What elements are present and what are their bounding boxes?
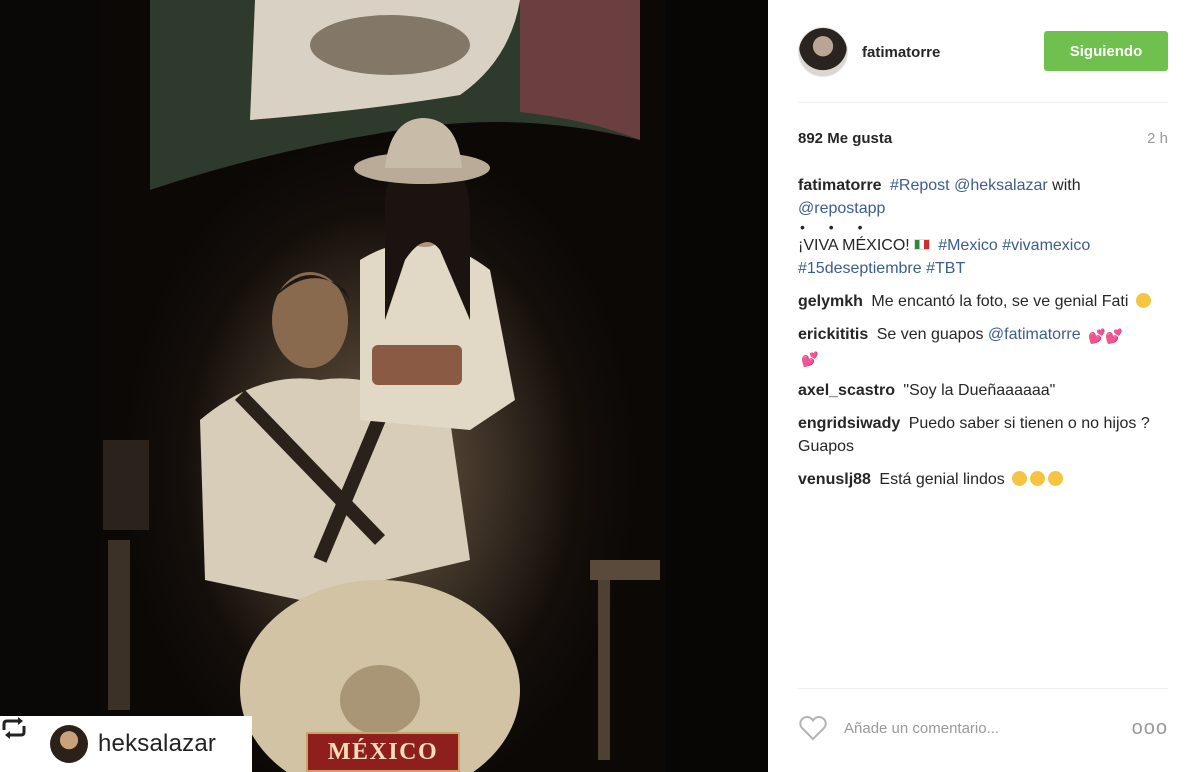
smile-emoji-icon <box>1135 293 1151 308</box>
caption-with: with <box>1052 177 1081 194</box>
caption-viva: ¡VIVA MÉXICO! <box>798 237 910 254</box>
author-avatar[interactable] <box>798 27 848 77</box>
post-time[interactable]: 2 h <box>1147 130 1168 147</box>
comment-user[interactable]: gelymkh <box>798 293 863 310</box>
add-comment-row: ooo <box>798 708 1168 748</box>
list-item: erickititis Se ven guapos @fatimatorre 💕… <box>798 323 1168 369</box>
comment-user[interactable]: erickititis <box>798 326 868 343</box>
author-username[interactable]: fatimatorre <box>862 44 940 61</box>
following-button[interactable]: Siguiendo <box>1044 31 1168 71</box>
hashtag-repost[interactable]: #Repost <box>890 177 950 194</box>
hashtag-tbt[interactable]: #TBT <box>926 260 965 277</box>
repost-username: heksalazar <box>98 730 217 757</box>
comment-user[interactable]: venuslj88 <box>798 471 871 488</box>
repost-arrows-icon <box>2 717 42 760</box>
caption: fatimatorre #Repost @heksalazar with @re… <box>798 174 1168 280</box>
heart-emoji-icon: 💕 <box>801 351 819 367</box>
list-item: venuslj88 Está genial lindos <box>798 468 1168 491</box>
caption-dots: • • • <box>800 219 873 235</box>
hashtag-vivamexico[interactable]: #vivamexico <box>1002 237 1090 254</box>
mention-repostapp[interactable]: @repostapp <box>798 200 885 217</box>
heart-outline-icon[interactable] <box>798 713 828 743</box>
photo-scene <box>0 0 768 772</box>
footer-divider <box>798 688 1168 689</box>
comment-text: Se ven guapos <box>876 326 984 343</box>
comment-text: Me encantó la foto, se ve genial Fati <box>871 293 1129 310</box>
repost-avatar <box>50 725 88 763</box>
post-header: fatimatorre Siguiendo <box>798 22 1168 82</box>
list-item: axel_scastro "Soy la Dueñaaaaaa" <box>798 379 1168 402</box>
smile-emoji-icon <box>1012 471 1028 486</box>
caption-user[interactable]: fatimatorre <box>798 177 882 194</box>
heart-emoji-icon: 💕 <box>1088 328 1106 344</box>
comment-text: Está genial lindos <box>879 471 1005 488</box>
smile-emoji-icon <box>1030 471 1046 486</box>
comment-user[interactable]: axel_scastro <box>798 382 895 399</box>
comment-text: "Soy la Dueñaaaaaa" <box>903 382 1056 399</box>
hashtag-mexico[interactable]: #Mexico <box>938 237 998 254</box>
mexico-flag-icon <box>913 239 930 250</box>
likes-row: 892 Me gusta 2 h <box>798 126 1168 150</box>
post-photo[interactable]: heksalazar MÉXICO <box>0 0 768 772</box>
comments-list: fatimatorre #Repost @heksalazar with @re… <box>798 174 1168 501</box>
comment-user[interactable]: engridsiwady <box>798 415 900 432</box>
repost-badge[interactable]: heksalazar <box>0 716 252 772</box>
mention-fatimatorre[interactable]: @fatimatorre <box>988 326 1081 343</box>
likes-count[interactable]: 892 Me gusta <box>798 130 892 147</box>
more-dots-icon[interactable]: ooo <box>1132 717 1168 739</box>
hashtag-15deseptiembre[interactable]: #15deseptiembre <box>798 260 922 277</box>
heart-emoji-icon: 💕 <box>1105 328 1123 344</box>
mention-heksalazar[interactable]: @heksalazar <box>954 177 1048 194</box>
mexico-plate-text: MÉXICO <box>327 738 439 765</box>
mexico-plate: MÉXICO <box>306 732 460 772</box>
post-panel: fatimatorre Siguiendo 892 Me gusta 2 h f… <box>768 0 1200 772</box>
list-item: engridsiwady Puedo saber si tienen o no … <box>798 412 1168 458</box>
list-item: gelymkh Me encantó la foto, se ve genial… <box>798 290 1168 313</box>
comment-input[interactable] <box>844 719 1134 737</box>
header-divider <box>798 102 1168 103</box>
smile-emoji-icon <box>1048 471 1064 486</box>
